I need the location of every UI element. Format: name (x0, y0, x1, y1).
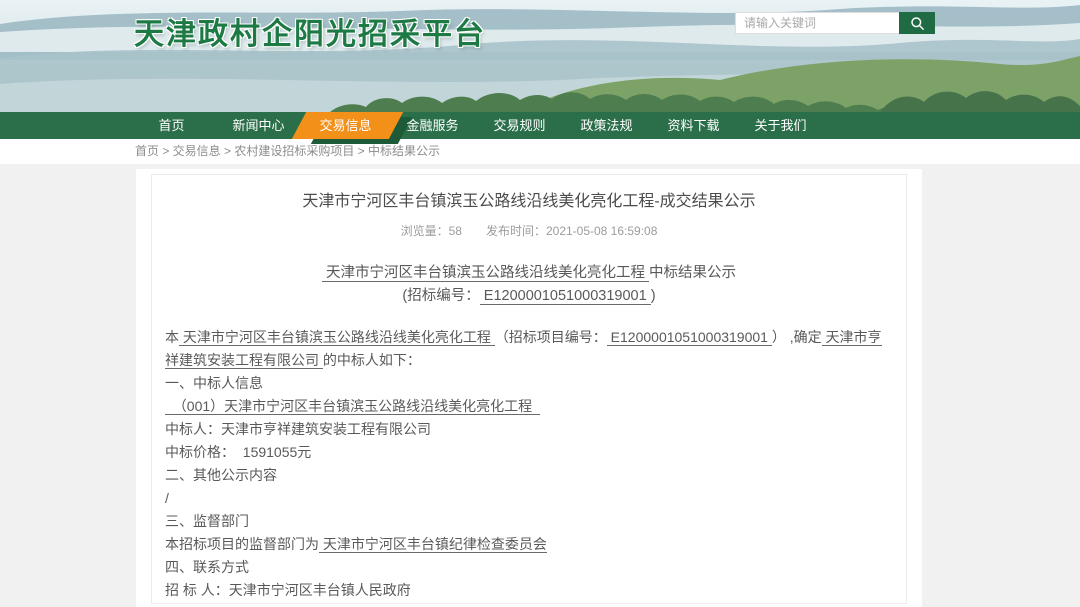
article-line: 三、监督部门 (165, 510, 893, 533)
nav-item-label: 关于我们 (754, 118, 806, 133)
article-line: 地 址：天津市宁河区丰台镇 (165, 602, 893, 604)
article-container: 天津市宁河区丰台镇滨玉公路线沿线美化亮化工程-成交结果公示 浏览量：58 发布时间… (151, 174, 907, 604)
nav-item-label: 首页 (158, 118, 184, 133)
breadcrumb-bar: 首页 > 交易信息 > 农村建设招标采购项目 > 中标结果公示 (0, 139, 1080, 164)
article-line: 二、其他公示内容 (165, 464, 893, 487)
text-segment: 招 标 人：天津市宁河区丰台镇人民政府 (165, 582, 411, 598)
search-bar (735, 12, 935, 34)
text-segment: / (165, 490, 169, 506)
underlined-text: （001）天津市宁河区丰台镇滨玉公路线沿线美化亮化工程 (165, 398, 540, 415)
nav-item-news-center[interactable]: 新闻中心 (215, 112, 302, 139)
text-segment: 二、其他公示内容 (165, 467, 277, 483)
publish-time: 2021-05-08 16:59:08 (546, 224, 657, 238)
nav-item-label: 交易信息 (319, 118, 371, 133)
article-line: 中标人：天津市亨祥建筑安装工程有限公司 (165, 418, 893, 441)
text-segment: 本招标项目的监督部门为 (165, 536, 319, 552)
search-button[interactable] (899, 12, 935, 34)
views-count: 58 (449, 224, 462, 238)
nav-item-policies[interactable]: 政策法规 (563, 112, 650, 139)
search-icon (910, 16, 925, 31)
text-segment: ) (651, 288, 656, 304)
nav-item-label: 新闻中心 (232, 118, 284, 133)
nav-item-about-us[interactable]: 关于我们 (737, 112, 824, 139)
nav-item-label: 资料下载 (667, 118, 719, 133)
main-nav: 首页 新闻中心 交易信息 金融服务 交易规则 政策法规 资料下载 关于我们 (0, 112, 1080, 139)
site-title: 天津政村企阳光招采平台 (134, 9, 486, 53)
article-line: 一、中标人信息 (165, 372, 893, 395)
article-meta: 浏览量：58 发布时间：2021-05-08 16:59:08 (165, 222, 893, 239)
views-label: 浏览量： (401, 224, 449, 238)
article-line: 四、联系方式 (165, 556, 893, 579)
text-segment: ） ,确定 (772, 329, 822, 345)
text-segment: 一、中标人信息 (165, 375, 263, 391)
content-area: 天津市宁河区丰台镇滨玉公路线沿线美化亮化工程-成交结果公示 浏览量：58 发布时间… (0, 164, 1080, 607)
text-segment: 中标人：天津市亨祥建筑安装工程有限公司 (165, 421, 431, 437)
article-line: (招标编号： E1200001051000319001 ) (165, 285, 893, 308)
article-line: 本招标项目的监督部门为 天津市宁河区丰台镇纪律检查委员会 (165, 533, 893, 556)
text-segment: (招标编号： (402, 288, 479, 304)
underlined-text: 天津市宁河区丰台镇纪律检查委员会 (319, 536, 547, 553)
site-banner: 天津政村企阳光招采平台 (0, 0, 1080, 112)
nav-item-downloads[interactable]: 资料下载 (650, 112, 737, 139)
search-input[interactable] (735, 12, 899, 34)
article-line: 中标价格： 1591055元 (165, 441, 893, 464)
article-line: / (165, 487, 893, 510)
nav-item-label: 交易规则 (493, 118, 545, 133)
text-segment: 本 (165, 329, 179, 345)
underlined-text: 天津市宁河区丰台镇滨玉公路线沿线美化亮化工程 (179, 329, 495, 346)
page: 天津政村企阳光招采平台 首页 新闻中心 交易信息 金融服务 交易规则 (0, 0, 1080, 607)
article-line: 天津市宁河区丰台镇滨玉公路线沿线美化亮化工程 中标结果公示 (165, 262, 893, 285)
underlined-text: E1200001051000319001 (607, 329, 772, 346)
nav-item-label: 政策法规 (580, 118, 632, 133)
article-title: 天津市宁河区丰台镇滨玉公路线沿线美化亮化工程-成交结果公示 (165, 191, 893, 213)
text-segment: 的中标人如下： (323, 352, 421, 368)
breadcrumb[interactable]: 首页 > 交易信息 > 农村建设招标采购项目 > 中标结果公示 (135, 144, 440, 158)
notice-body: 本 天津市宁河区丰台镇滨玉公路线沿线美化亮化工程 （招标项目编号： E12000… (165, 326, 893, 604)
article-line: （001）天津市宁河区丰台镇滨玉公路线沿线美化亮化工程 (165, 395, 893, 418)
content-card: 天津市宁河区丰台镇滨玉公路线沿线美化亮化工程-成交结果公示 浏览量：58 发布时间… (136, 169, 922, 607)
notice-heading: 天津市宁河区丰台镇滨玉公路线沿线美化亮化工程 中标结果公示(招标编号： E120… (165, 262, 893, 308)
nav-item-home[interactable]: 首页 (128, 112, 215, 139)
underlined-text: E1200001051000319001 (480, 288, 651, 305)
article-line: 本 天津市宁河区丰台镇滨玉公路线沿线美化亮化工程 （招标项目编号： E12000… (165, 326, 893, 372)
publish-label: 发布时间： (486, 224, 546, 238)
nav-item-label: 金融服务 (406, 118, 458, 133)
text-segment: 三、监督部门 (165, 513, 249, 529)
nav-item-trade-rules[interactable]: 交易规则 (476, 112, 563, 139)
article-line: 招 标 人：天津市宁河区丰台镇人民政府 (165, 579, 893, 602)
text-segment: 中标结果公示 (649, 265, 736, 281)
text-segment: 中标价格： 1591055元 (165, 444, 311, 460)
text-segment: （招标项目编号： (495, 329, 607, 345)
nav-item-trade-info[interactable]: 交易信息 (302, 112, 389, 139)
underlined-text: 天津市宁河区丰台镇滨玉公路线沿线美化亮化工程 (322, 265, 649, 282)
text-segment: 四、联系方式 (165, 559, 249, 575)
